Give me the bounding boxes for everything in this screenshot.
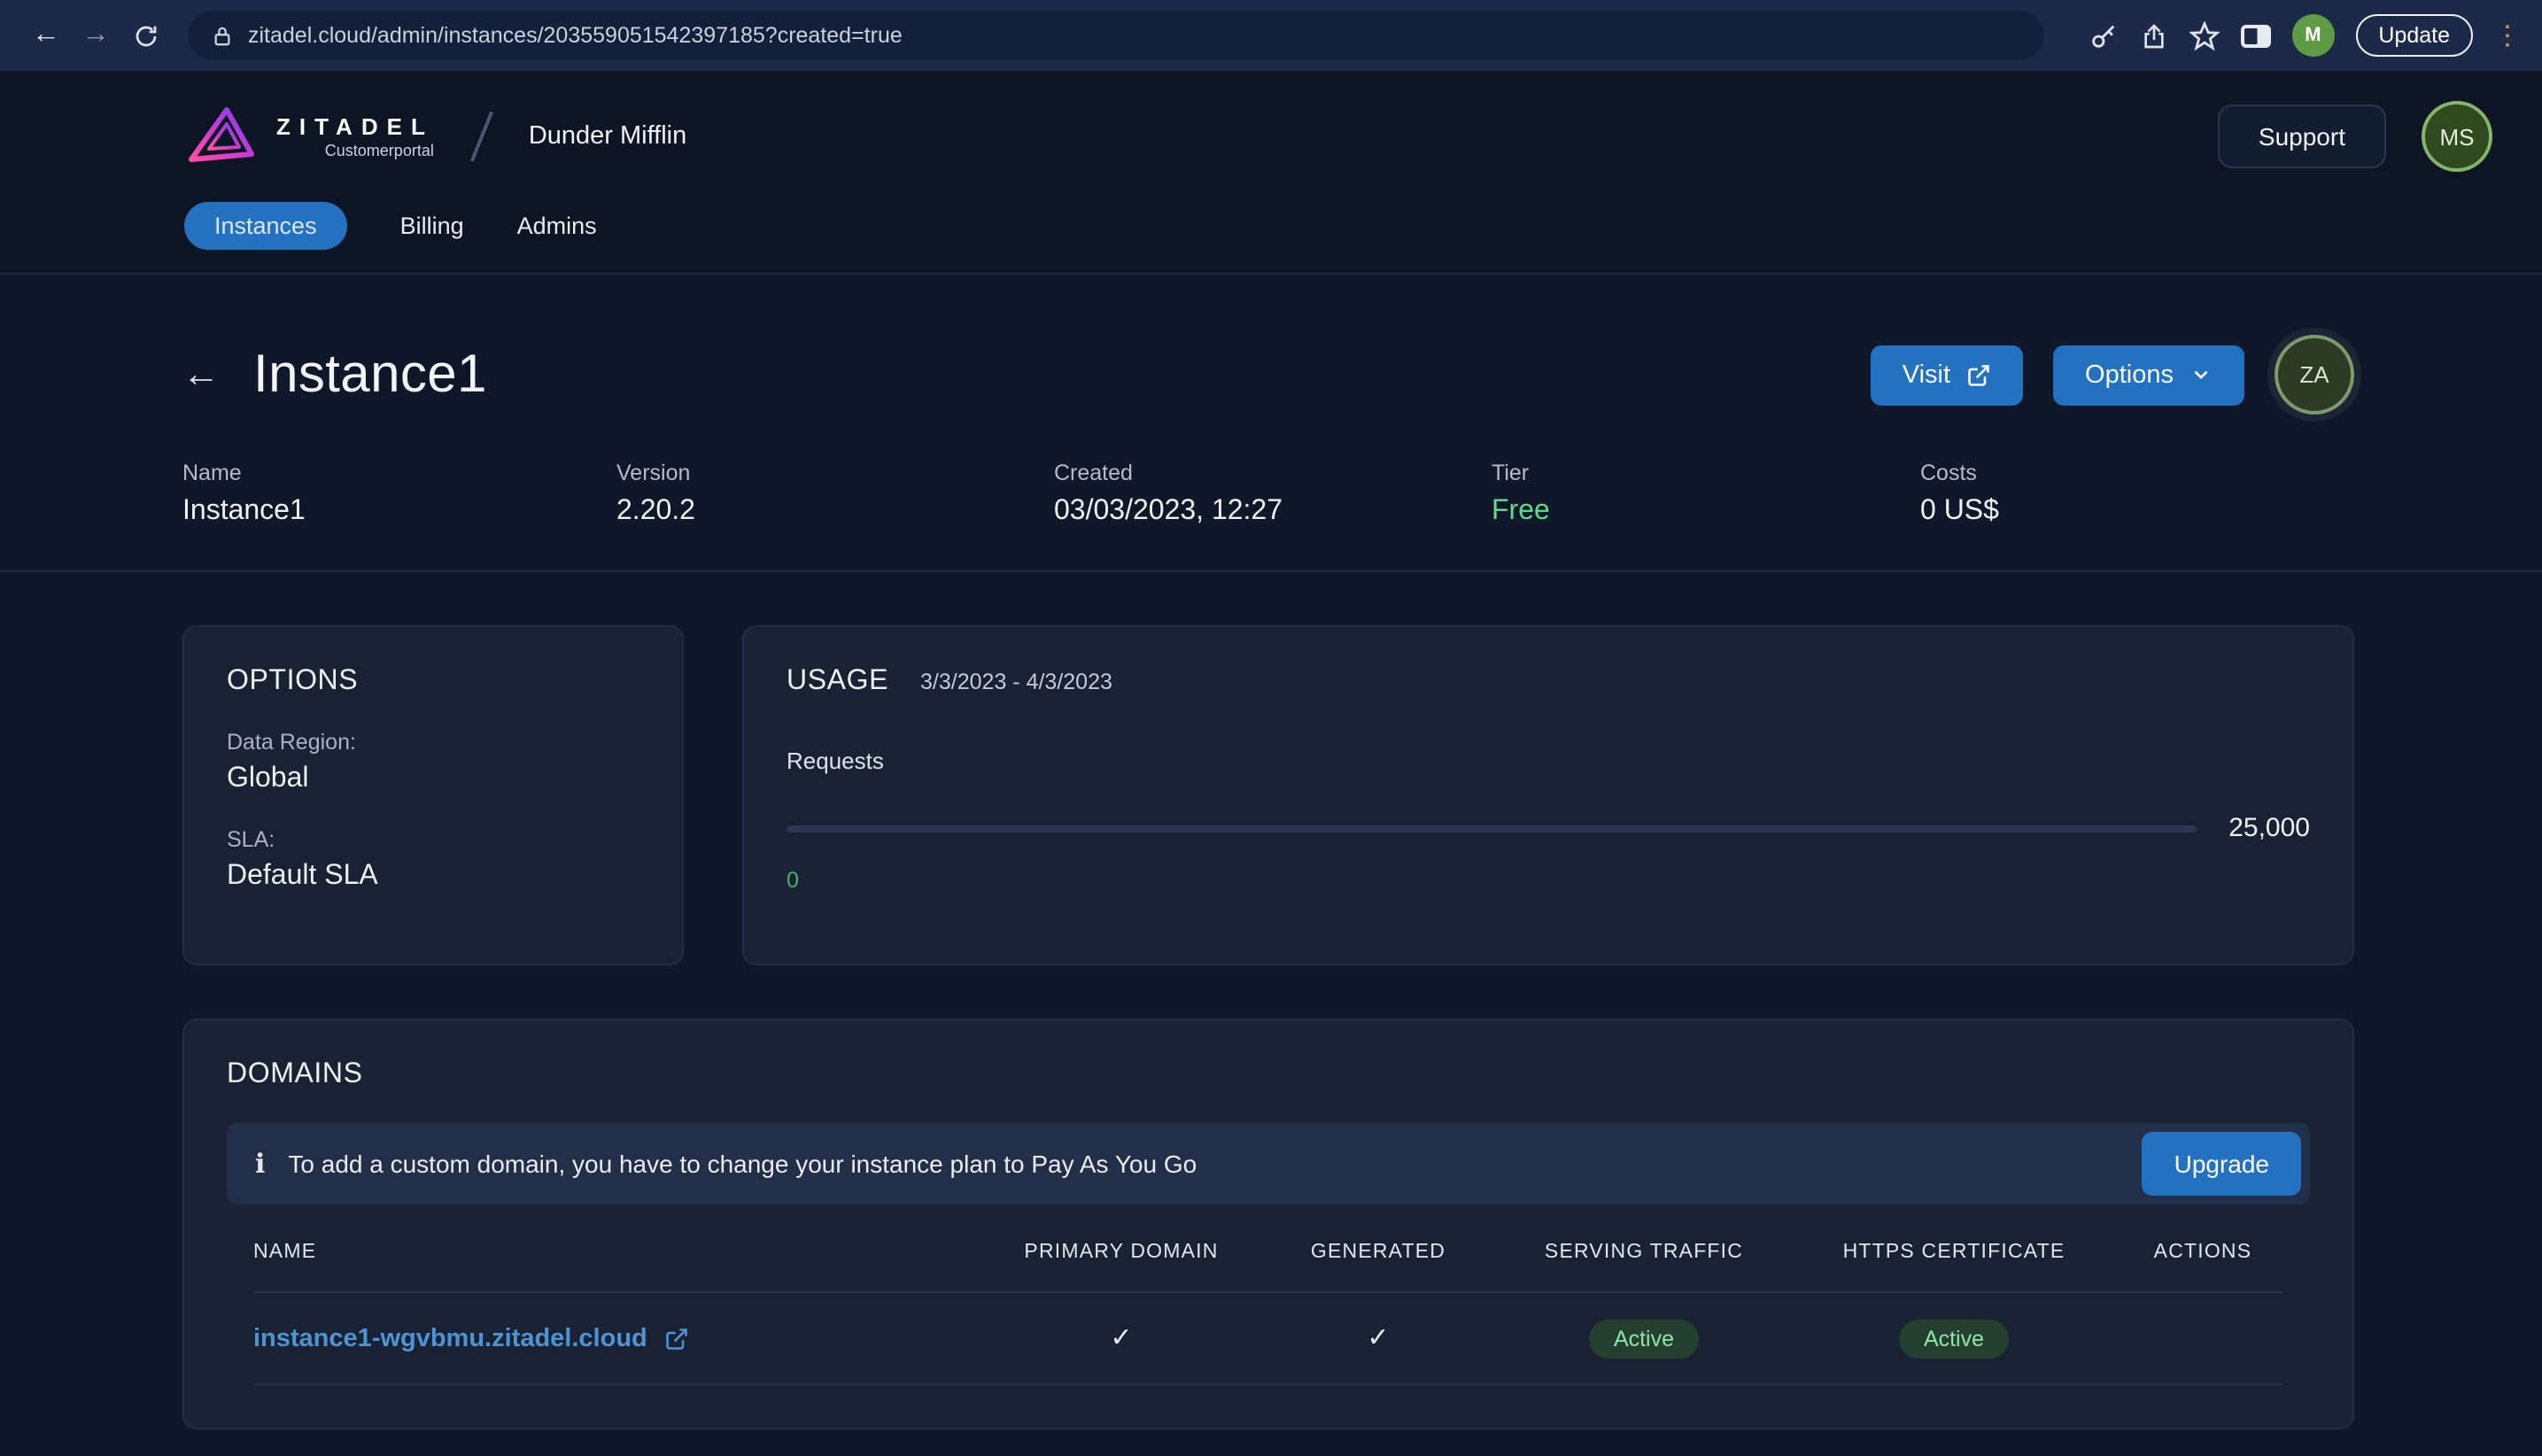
main-content: ← Instance1 Visit Options ZA Name Instan… <box>0 335 2542 528</box>
side-panel-icon[interactable] <box>2240 24 2271 47</box>
address-bar[interactable]: zitadel.cloud/admin/instances/2035590515… <box>188 11 2044 60</box>
external-link-icon[interactable] <box>665 1326 690 1351</box>
instance-avatar[interactable]: ZA <box>2275 335 2354 414</box>
browser-toolbar: ← → zitadel.cloud/admin/instances/203559… <box>0 0 2542 71</box>
external-link-icon <box>1968 364 1989 385</box>
browser-profile-avatar[interactable]: M <box>2291 14 2335 57</box>
meta-tier-value: Free <box>1492 496 1550 526</box>
bookmark-star-icon[interactable] <box>2189 20 2220 50</box>
sla-value: Default SLA <box>227 861 378 891</box>
col-primary-domain: PRIMARY DOMAIN <box>1024 1241 1219 1262</box>
header-actions: Support MS <box>2217 101 2492 172</box>
col-name: NAME <box>253 1241 317 1262</box>
meta-tier: Tier Free <box>1492 461 1920 528</box>
usage-card-title: USAGE <box>787 666 889 696</box>
meta-tier-label: Tier <box>1492 461 1530 485</box>
requests-max-value: 25,000 <box>2228 813 2310 843</box>
org-name: Dunder Mifflin <box>528 122 687 151</box>
domains-card: DOMAINS ℹ To add a custom domain, you ha… <box>182 1018 2354 1429</box>
col-https-certificate: HTTPS CERTIFICATE <box>1842 1241 2065 1262</box>
domain-link[interactable]: instance1-wgvbmu.zitadel.cloud <box>253 1324 647 1352</box>
back-button[interactable]: ← <box>21 11 71 60</box>
domains-table-header: NAME PRIMARY DOMAIN GENERATED SERVING TR… <box>253 1212 2283 1293</box>
brand-subtitle: Customerportal <box>324 142 434 159</box>
chevron-down-icon <box>2194 370 2208 380</box>
page-title-row: ← Instance1 Visit Options ZA <box>182 335 2354 414</box>
section-divider <box>0 570 2542 572</box>
meta-costs-label: Costs <box>1920 461 1977 485</box>
meta-name-label: Name <box>182 461 242 485</box>
brand-name: ZITADEL <box>276 113 434 140</box>
requests-label: Requests <box>787 747 884 774</box>
meta-version-value: 2.20.2 <box>616 496 695 526</box>
domains-card-title: DOMAINS <box>227 1059 363 1089</box>
col-generated: GENERATED <box>1310 1241 1446 1262</box>
meta-costs: Costs 0 US$ <box>1920 461 2354 528</box>
title-actions: Visit Options ZA <box>1870 335 2354 414</box>
options-card: OPTIONS Data Region: Global SLA: Default… <box>182 625 684 965</box>
meta-created-value: 03/03/2023, 12:27 <box>1054 496 1283 526</box>
tab-billing[interactable]: Billing <box>400 213 464 239</box>
serving-traffic-badge: Active <box>1588 1319 1700 1358</box>
zitadel-logo[interactable]: ZITADEL Customerportal <box>184 106 434 167</box>
visit-button-label: Visit <box>1902 360 1951 389</box>
options-card-title: OPTIONS <box>227 666 359 696</box>
password-key-icon[interactable] <box>2088 20 2118 50</box>
main-nav: Instances Billing Admins <box>0 184 2542 273</box>
upgrade-button[interactable]: Upgrade <box>2142 1132 2301 1196</box>
header-top: ZITADEL Customerportal Dunder Mifflin Su… <box>0 89 2542 184</box>
info-icon: ℹ <box>255 1150 266 1180</box>
zitadel-triangle-icon <box>189 107 254 162</box>
col-actions: ACTIONS <box>2153 1241 2252 1262</box>
meta-name: Name Instance1 <box>182 461 616 528</box>
upgrade-banner-text: To add a custom domain, you have to chan… <box>288 1150 1197 1178</box>
tab-instances[interactable]: Instances <box>184 202 347 250</box>
chrome-update-button[interactable]: Update <box>2355 14 2473 57</box>
usage-period: 3/3/2023 - 4/3/2023 <box>920 670 1112 694</box>
sla-label: SLA: <box>227 827 275 852</box>
meta-version-label: Version <box>616 461 691 485</box>
requests-progress-bar <box>787 825 2197 832</box>
browser-menu-icon[interactable]: ⋮ <box>2494 22 2521 49</box>
tab-admins[interactable]: Admins <box>517 213 597 239</box>
upgrade-banner: ℹ To add a custom domain, you have to ch… <box>227 1123 2310 1204</box>
lock-icon <box>214 26 230 45</box>
back-arrow-icon[interactable]: ← <box>182 353 220 396</box>
https-certificate-badge: Active <box>1898 1319 2010 1358</box>
primary-domain-check-icon: ✓ <box>1110 1323 1133 1353</box>
visit-button[interactable]: Visit <box>1870 345 2024 405</box>
domain-table-row: instance1-wgvbmu.zitadel.cloud ✓ ✓ Activ… <box>253 1293 2283 1385</box>
reload-icon <box>135 25 156 46</box>
meta-created: Created 03/03/2023, 12:27 <box>1054 461 1492 528</box>
cards-section: OPTIONS Data Region: Global SLA: Default… <box>0 625 2542 1429</box>
reload-button[interactable] <box>120 11 170 60</box>
forward-button[interactable]: → <box>71 11 120 60</box>
data-region-value: Global <box>227 763 309 794</box>
options-button-label: Options <box>2085 360 2174 389</box>
meta-created-label: Created <box>1054 461 1133 485</box>
domains-table: NAME PRIMARY DOMAIN GENERATED SERVING TR… <box>227 1212 2310 1385</box>
options-button[interactable]: Options <box>2053 345 2244 405</box>
col-serving-traffic: SERVING TRAFFIC <box>1544 1241 1744 1262</box>
usage-card: USAGE 3/3/2023 - 4/3/2023 Requests 25,00… <box>742 625 2354 965</box>
page-title: Instance1 <box>253 345 487 403</box>
meta-name-value: Instance1 <box>182 496 306 526</box>
toolbar-actions: M Update ⋮ <box>2088 14 2521 57</box>
browser-window: ← → zitadel.cloud/admin/instances/203559… <box>0 0 2542 1456</box>
user-avatar[interactable]: MS <box>2422 101 2492 172</box>
requests-current-value: 0 <box>787 868 799 893</box>
data-region-label: Data Region: <box>227 730 356 755</box>
generated-check-icon: ✓ <box>1367 1323 1390 1353</box>
meta-costs-value: 0 US$ <box>1920 496 1999 526</box>
meta-version: Version 2.20.2 <box>616 461 1054 528</box>
url-text: zitadel.cloud/admin/instances/2035590515… <box>248 23 903 48</box>
app-header: ZITADEL Customerportal Dunder Mifflin Su… <box>0 71 2542 275</box>
instance-meta: Name Instance1 Version 2.20.2 Created 03… <box>182 461 2354 528</box>
breadcrumb-separator <box>469 111 492 162</box>
share-icon[interactable] <box>2139 20 2167 50</box>
support-button[interactable]: Support <box>2217 105 2386 168</box>
